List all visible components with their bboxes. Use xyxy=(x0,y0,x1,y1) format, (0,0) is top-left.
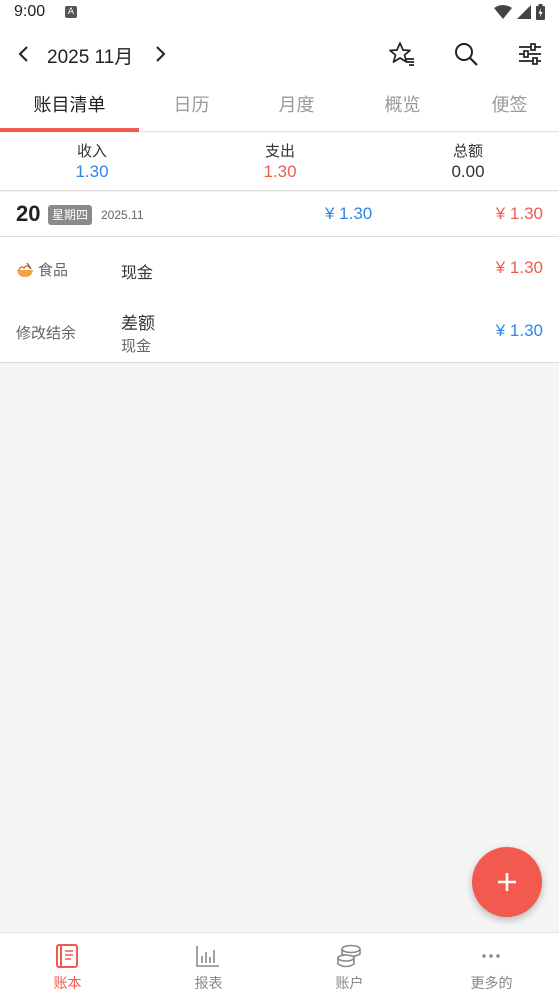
view-tabs: 账目清单 日历 月度 概览 便签 xyxy=(0,84,559,132)
summary-bar: 收入 1.30 支出 1.30 总额 0.00 xyxy=(0,133,559,191)
total-label: 总额 xyxy=(452,142,483,160)
status-time: 9:00 xyxy=(14,3,46,20)
bottom-navigation: 账本 报表 账户 更多的 xyxy=(0,932,559,996)
nav-accounts-label: 账户 xyxy=(335,976,364,992)
search-icon[interactable] xyxy=(452,40,480,68)
entry-category-label: 食品 xyxy=(38,261,69,279)
day-expense: ¥ 1.30 xyxy=(495,204,543,223)
year-month: 2025.11 xyxy=(101,208,144,222)
nav-reports-label: 报表 xyxy=(194,976,223,992)
bar-chart-icon xyxy=(196,946,219,967)
chevron-left-icon[interactable] xyxy=(12,42,36,66)
noodle-bowl-icon xyxy=(17,262,33,277)
system-icons xyxy=(494,4,545,20)
entry-list: 食品 现金 ¥ 1.30 修改结余 差额 现金 ¥ 1.30 xyxy=(0,237,559,363)
entry-category: 食品 xyxy=(16,259,68,280)
entry-account: 现金 xyxy=(121,337,152,355)
month-title[interactable]: 2025 11月 xyxy=(47,42,133,69)
entry-amount: ¥ 1.30 xyxy=(495,321,543,340)
entry-account: 现金 xyxy=(121,263,154,282)
day-income: ¥ 1.30 xyxy=(325,204,373,223)
income-label: 收入 xyxy=(76,142,107,160)
filter-sliders-icon[interactable] xyxy=(516,40,544,68)
tab-indicator xyxy=(0,128,139,132)
nav-ledger[interactable]: 账本 xyxy=(0,933,137,996)
status-bar: 9:00 A xyxy=(0,0,559,26)
list-item[interactable]: 修改结余 差额 现金 ¥ 1.30 xyxy=(0,300,559,363)
app-bar: 2025 11月 xyxy=(0,26,559,84)
nav-accounts[interactable]: 账户 xyxy=(280,933,419,996)
nav-more-label: 更多的 xyxy=(470,976,513,992)
wifi-icon xyxy=(494,5,512,19)
nav-ledger-label: 账本 xyxy=(53,976,82,992)
day-group-header[interactable]: 20 星期四 2025.11 ¥ 1.30 ¥ 1.30 xyxy=(0,192,559,237)
expense-value: 1.30 xyxy=(263,162,297,181)
income-value: 1.30 xyxy=(75,162,109,181)
entry-title: 差额 xyxy=(121,314,155,334)
nav-reports[interactable]: 报表 xyxy=(139,933,278,996)
entry-category-label: 修改结余 xyxy=(16,324,77,342)
entry-amount: ¥ 1.30 xyxy=(495,258,543,277)
coins-stack-icon xyxy=(337,944,361,968)
notification-icon: A xyxy=(65,6,77,18)
list-item[interactable]: 食品 现金 ¥ 1.30 xyxy=(0,237,559,300)
ledger-book-icon xyxy=(56,944,78,968)
day-number: 20 xyxy=(16,201,41,226)
total-value: 0.00 xyxy=(451,162,485,181)
tab-ledger-list[interactable]: 账目清单 xyxy=(0,84,139,132)
more-dots-icon xyxy=(482,954,500,958)
chevron-right-icon[interactable] xyxy=(148,42,172,66)
total-summary: 总额 0.00 xyxy=(375,140,559,182)
tab-notes[interactable]: 便签 xyxy=(440,84,559,132)
signal-icon xyxy=(517,5,531,19)
income-summary: 收入 1.30 xyxy=(0,140,185,182)
nav-more[interactable]: 更多的 xyxy=(422,933,559,996)
expense-summary: 支出 1.30 xyxy=(187,140,373,182)
weekday-badge: 星期四 xyxy=(48,205,93,225)
plus-icon xyxy=(498,873,516,891)
star-list-icon[interactable] xyxy=(388,40,416,68)
entry-category: 修改结余 xyxy=(16,322,76,343)
battery-icon xyxy=(536,4,545,20)
add-entry-button[interactable] xyxy=(472,847,542,917)
expense-label: 支出 xyxy=(264,142,295,160)
